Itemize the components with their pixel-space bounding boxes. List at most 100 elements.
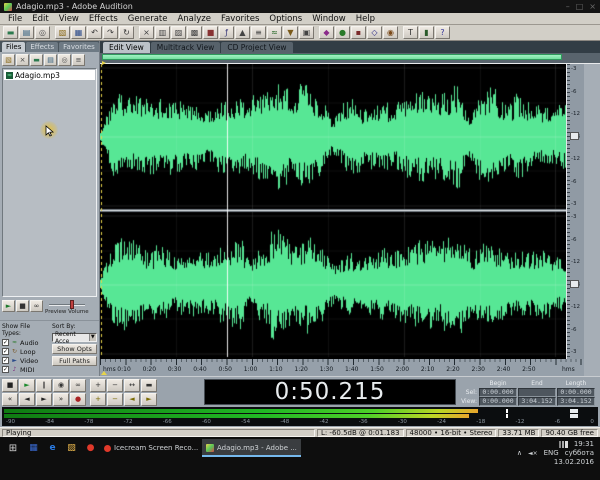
mixdown-button[interactable]: ▪ — [351, 26, 366, 39]
pause-button[interactable]: ∥ — [36, 379, 52, 392]
multitrack-view-button[interactable]: ▤ — [19, 26, 34, 39]
sort-by-dropdown[interactable]: Recent Acce ▼ — [52, 333, 97, 342]
slider-thumb[interactable] — [70, 300, 74, 309]
show-opts-button[interactable]: Show Opts — [52, 344, 97, 354]
zoom-selection-button[interactable]: ▬ — [141, 379, 157, 392]
tray-clock-day[interactable]: суббота — [565, 449, 594, 457]
recorder-icon[interactable]: ● — [81, 439, 100, 457]
loop-playback-button[interactable]: ∞ — [70, 379, 86, 392]
menu-item[interactable]: File — [3, 14, 27, 24]
rewind-button[interactable]: ◄ — [19, 393, 35, 406]
play-button[interactable]: ► — [19, 379, 35, 392]
audio-checkbox[interactable]: ✓ ≈ Audio — [2, 338, 49, 347]
chevron-down-icon[interactable]: ▼ — [89, 334, 96, 341]
minimize-button[interactable]: – — [566, 2, 570, 11]
zoom-navigator[interactable] — [100, 53, 600, 64]
help-button[interactable]: ? — [435, 26, 450, 39]
play-looped-button[interactable]: ◉ — [53, 379, 69, 392]
settings-button[interactable]: ▣ — [299, 26, 314, 39]
checkbox[interactable]: ✓ — [2, 348, 9, 355]
checkbox[interactable]: ✓ — [2, 366, 9, 373]
menu-item[interactable]: Generate — [123, 14, 173, 24]
tray-clock-time[interactable]: 19:31 — [574, 440, 594, 448]
full-paths-button[interactable]: Full Paths — [52, 356, 97, 366]
menu-item[interactable]: View — [54, 14, 84, 24]
zoom-out-button[interactable]: − — [107, 379, 123, 392]
tab-favorites[interactable]: Favorites — [59, 42, 99, 52]
trim-button[interactable]: ▩ — [187, 26, 202, 39]
channel-handle[interactable] — [570, 132, 579, 140]
sel-end[interactable] — [518, 388, 556, 397]
monitor-button[interactable]: ▮ — [419, 26, 434, 39]
view-begin[interactable]: 0:00.000 — [479, 397, 517, 406]
text-tool-button[interactable]: T — [403, 26, 418, 39]
file-list-item[interactable]: ≈ Adagio.mp3 — [4, 70, 95, 80]
zoom-in-button[interactable]: + — [90, 379, 106, 392]
menu-item[interactable]: Analyze — [172, 14, 216, 24]
preview-volume-slider[interactable] — [49, 300, 85, 309]
view-length[interactable]: 3:04.152 — [557, 397, 595, 406]
sel-length[interactable]: 0:00.000 — [557, 388, 595, 397]
speaker-muted-icon[interactable]: ◄× — [528, 450, 538, 457]
record-button[interactable]: ● — [70, 393, 86, 406]
marker-button[interactable]: ▼ — [283, 26, 298, 39]
menu-item[interactable]: Options — [264, 14, 307, 24]
menu-item[interactable]: Help — [351, 14, 380, 24]
redo-button[interactable]: ↷ — [103, 26, 118, 39]
video-checkbox[interactable]: ✓ ► Video — [2, 356, 49, 365]
refresh-button[interactable]: ↻ — [119, 26, 134, 39]
checkbox[interactable]: ✓ — [2, 339, 9, 346]
taskbar-icecream-button[interactable]: Icecream Screen Reco... — [100, 439, 202, 457]
tab-effects[interactable]: Effects — [26, 42, 58, 52]
view-end[interactable]: 3:04.152 — [518, 397, 556, 406]
delete-button[interactable]: ■ — [203, 26, 218, 39]
waveform-canvas[interactable] — [100, 64, 566, 359]
stop-button[interactable]: ■ — [2, 379, 18, 392]
file-list[interactable]: ≈ Adagio.mp3 — [2, 68, 97, 297]
menu-item[interactable]: Effects — [84, 14, 123, 24]
close-file-button[interactable]: × — [16, 54, 29, 66]
time-display[interactable]: 0:50.215 — [204, 379, 456, 405]
amplitude-ruler[interactable]: -3-6-12-18-12-6-3 -3-6-12-18-12-6-3 — [566, 64, 584, 359]
preview-loop-button[interactable]: ∞ — [30, 300, 43, 312]
menu-item[interactable]: Favorites — [216, 14, 264, 24]
insert-into-multitrack-button[interactable]: ▤ — [44, 54, 57, 66]
tab-multitrack-view[interactable]: Multitrack View — [151, 42, 221, 53]
sel-begin[interactable]: 0:00.000 — [479, 388, 517, 397]
maximize-button[interactable]: □ — [576, 2, 584, 11]
zoom-left-edge-button[interactable]: ◄ — [124, 393, 140, 406]
channel-handle[interactable] — [570, 280, 579, 288]
insert-into-cd-button[interactable]: ◎ — [58, 54, 71, 66]
navigator-range-bar[interactable] — [102, 54, 562, 60]
normalize-button[interactable]: ≡ — [251, 26, 266, 39]
import-file-button[interactable]: ▧ — [2, 54, 15, 66]
save-file-button[interactable]: ▦ — [71, 26, 86, 39]
paste-button[interactable]: ▨ — [171, 26, 186, 39]
loop-checkbox[interactable]: ✓ ↻ Loop — [2, 347, 49, 356]
zoom-out-vertical-button[interactable]: − — [107, 393, 123, 406]
burn-cd-button[interactable]: ◉ — [383, 26, 398, 39]
preview-play-button[interactable]: ► — [2, 300, 15, 312]
taskbar-audition-button[interactable]: Adagio.mp3 - Adobe ... — [202, 439, 301, 457]
fast-forward-button[interactable]: ► — [36, 393, 52, 406]
tab-edit-view[interactable]: Edit View — [103, 42, 150, 53]
tab-cd-project-view[interactable]: CD Project View — [221, 42, 292, 53]
folder-icon[interactable]: ▨ — [62, 439, 81, 457]
undo-button[interactable]: ↶ — [87, 26, 102, 39]
edit-file-button[interactable]: ▬ — [30, 54, 43, 66]
start-button[interactable]: ⊞ — [2, 439, 24, 457]
mail-icon[interactable]: ▦ — [24, 439, 43, 457]
preview-stop-button[interactable]: ■ — [16, 300, 29, 312]
amplify-button[interactable]: ▲ — [235, 26, 250, 39]
analyze-button[interactable]: ≈ — [267, 26, 282, 39]
edge-icon[interactable]: e — [43, 439, 62, 457]
close-button[interactable]: × — [589, 2, 596, 11]
menu-item[interactable]: Edit — [27, 14, 53, 24]
cd-insert-button[interactable]: ◇ — [367, 26, 382, 39]
timeline-ruler[interactable]: hms0:100:200:300:400:501:001:101:201:301… — [100, 359, 584, 376]
cut-button[interactable]: × — [139, 26, 154, 39]
menu-item[interactable]: Window — [307, 14, 351, 24]
network-icon[interactable] — [559, 441, 568, 448]
go-to-end-button[interactable]: » — [53, 393, 69, 406]
cd-project-view-button[interactable]: ◎ — [35, 26, 50, 39]
